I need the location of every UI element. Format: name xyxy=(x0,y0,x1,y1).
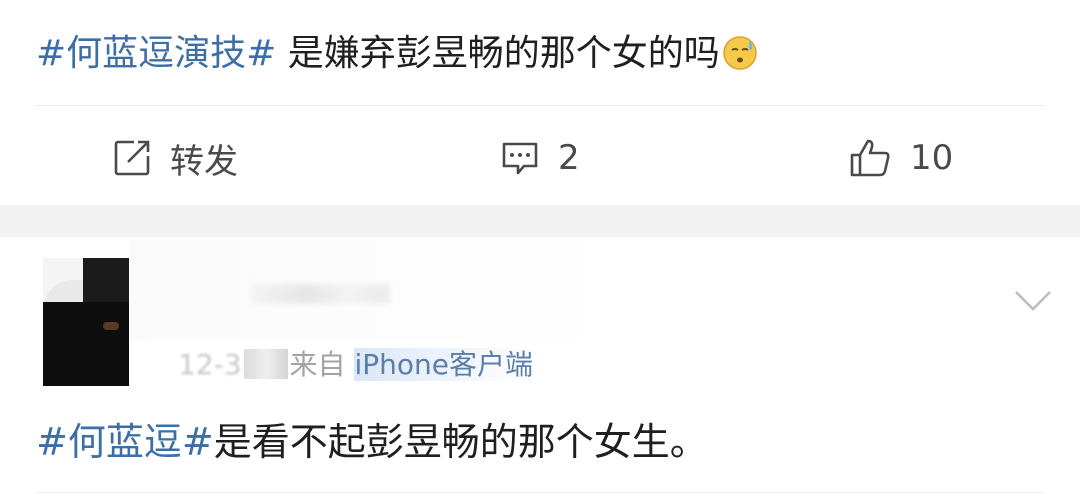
avatar-detail xyxy=(103,322,119,330)
divider xyxy=(36,105,1044,106)
avatar-redaction xyxy=(83,258,129,302)
comment-count: 2 xyxy=(558,138,580,178)
comment-date: 12-3 xyxy=(178,348,242,381)
comment-button[interactable]: 2 xyxy=(500,125,580,191)
comment-device: iPhone客户端 xyxy=(354,348,533,381)
post-body-text: 是嫌弃彭昱畅的那个女的吗 xyxy=(276,33,720,74)
action-bar: 转发 2 10 xyxy=(0,125,1080,191)
comment-content: #何蓝逗#是看不起彭昱畅的那个女生。 xyxy=(36,414,708,470)
divider xyxy=(36,492,1044,493)
repost-button[interactable]: 转发 xyxy=(112,125,238,191)
section-separator xyxy=(0,205,1080,237)
repost-label: 转发 xyxy=(170,141,238,182)
chevron-down-icon[interactable] xyxy=(1013,288,1053,314)
avatar[interactable] xyxy=(43,258,129,386)
meta-redaction xyxy=(243,349,288,379)
thumbs-up-icon xyxy=(850,139,890,177)
like-count: 10 xyxy=(910,138,954,178)
comment-source-label: 来自 xyxy=(289,348,346,381)
avatar-redaction xyxy=(43,302,129,386)
comment-body-text: 是看不起彭昱畅的那个女生。 xyxy=(213,420,708,464)
comment-icon xyxy=(502,142,538,175)
post-topic-link[interactable]: #何蓝逗演技# xyxy=(36,33,276,74)
username-redacted[interactable] xyxy=(250,284,390,304)
post-content: #何蓝逗演技# 是嫌弃彭昱畅的那个女的吗 xyxy=(36,26,758,82)
like-button[interactable]: 10 xyxy=(848,125,953,191)
repost-icon xyxy=(114,140,150,176)
comment-meta: 12-3 来自 iPhone客户端 xyxy=(178,345,533,385)
comment-topic-link[interactable]: #何蓝逗# xyxy=(36,420,214,464)
sweat-face-emoji-icon xyxy=(723,36,757,70)
